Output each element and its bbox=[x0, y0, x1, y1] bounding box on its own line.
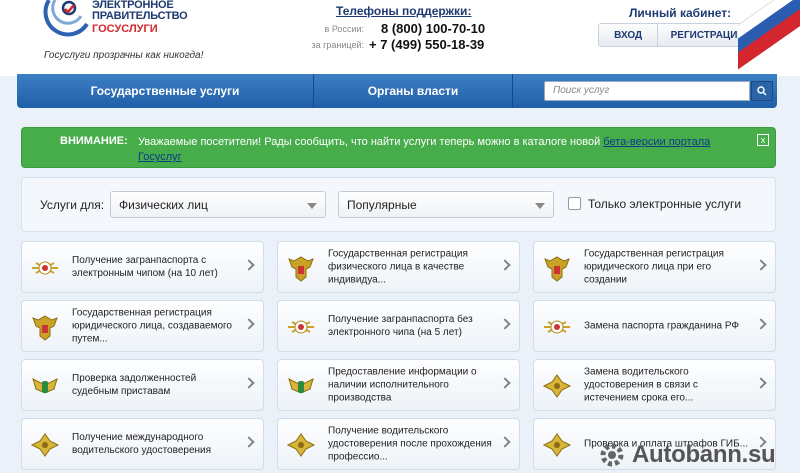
chevron-right-icon bbox=[499, 259, 511, 271]
service-card-label: Государственная регистрация физического … bbox=[328, 248, 468, 286]
cabinet-title: Личный кабинет: bbox=[629, 6, 732, 20]
notice-text: Уважаемые посетители! Рады сообщить, что… bbox=[138, 135, 748, 165]
sort-select-value: Популярные bbox=[347, 198, 417, 212]
tab-authorities[interactable]: Органы власти bbox=[314, 74, 512, 108]
tab-gov-services[interactable]: Государственные услуги bbox=[17, 74, 313, 108]
search-icon bbox=[757, 86, 767, 96]
service-card-label: Получение загранпаспорта с электронным ч… bbox=[72, 255, 218, 279]
chevron-right-icon bbox=[499, 436, 511, 448]
chevron-right-icon bbox=[243, 377, 255, 389]
watermark: Autobann.su bbox=[596, 437, 800, 473]
gibdd-icon bbox=[542, 371, 572, 401]
notice-message: Уважаемые посетители! Рады сообщить, что… bbox=[138, 136, 604, 148]
service-card-label: Государственная регистрация юридического… bbox=[72, 307, 232, 345]
logo-brand: ГОСУСЛУГИ bbox=[92, 23, 158, 35]
mvd-icon bbox=[542, 312, 572, 342]
service-card-label: Получение водительского удостоверения по… bbox=[328, 425, 492, 463]
service-card[interactable]: Предоставление информации о наличии испо… bbox=[277, 359, 520, 411]
service-card-label: Предоставление информации о наличии испо… bbox=[328, 366, 477, 404]
fssp-icon bbox=[286, 371, 316, 401]
electronic-only-label: Только электронные услуги bbox=[588, 197, 742, 211]
chevron-down-icon bbox=[535, 203, 545, 209]
russian-flag-decoration bbox=[738, 0, 800, 70]
sort-select[interactable]: Популярные bbox=[338, 191, 554, 218]
logo-title: ЭЛЕКТРОННОЕ ПРАВИТЕЛЬСТВО bbox=[92, 0, 188, 22]
phone-number-abroad: + 7 (499) 550-18-39 bbox=[369, 37, 485, 52]
service-filter: Услуги для: Физических лиц Популярные То… bbox=[21, 177, 776, 232]
notice-label: ВНИМАНИЕ: bbox=[60, 135, 128, 147]
search-input[interactable]: Поиск услуг bbox=[544, 81, 750, 101]
eagle-icon bbox=[286, 253, 316, 283]
chevron-right-icon bbox=[755, 377, 767, 389]
chevron-right-icon bbox=[499, 318, 511, 330]
gibdd-icon bbox=[286, 430, 316, 460]
chevron-right-icon bbox=[243, 318, 255, 330]
slogan: Госуслуги прозрачны как никогда! bbox=[44, 50, 204, 61]
auth-buttons: ВХОД РЕГИСТРАЦИЯ bbox=[598, 23, 758, 47]
mvd-icon bbox=[286, 312, 316, 342]
chevron-right-icon bbox=[499, 377, 511, 389]
search-button[interactable] bbox=[751, 81, 773, 101]
login-button[interactable]: ВХОД bbox=[599, 24, 659, 46]
service-card[interactable]: Замена паспорта гражданина РФ bbox=[533, 300, 776, 352]
service-card-label: Государственная регистрация юридического… bbox=[584, 248, 724, 286]
service-card[interactable]: Получение водительского удостоверения по… bbox=[277, 418, 520, 470]
logo-line-2: ПРАВИТЕЛЬСТВО bbox=[92, 10, 188, 22]
phone-label-abroad: за границей: bbox=[311, 40, 364, 50]
chevron-right-icon bbox=[755, 318, 767, 330]
service-card[interactable]: Получение международного водительского у… bbox=[21, 418, 264, 470]
chevron-right-icon bbox=[243, 259, 255, 271]
gear-icon bbox=[600, 443, 624, 467]
page: ЭЛЕКТРОННОЕ ПРАВИТЕЛЬСТВО ГОСУСЛУГИ Госу… bbox=[0, 0, 800, 473]
eagle-icon bbox=[542, 253, 572, 283]
audience-select[interactable]: Физических лиц bbox=[110, 191, 326, 218]
gibdd-icon bbox=[542, 430, 572, 460]
service-card-label: Получение загранпаспорта без электронног… bbox=[328, 314, 473, 338]
service-card-label: Замена водительского удостоверения в свя… bbox=[584, 366, 698, 404]
site-header: ЭЛЕКТРОННОЕ ПРАВИТЕЛЬСТВО ГОСУСЛУГИ Госу… bbox=[0, 0, 800, 76]
nav-divider bbox=[512, 74, 513, 108]
chevron-right-icon bbox=[243, 436, 255, 448]
watermark-text: Autobann.su bbox=[632, 441, 776, 468]
service-card-label: Получение международного водительского у… bbox=[72, 432, 212, 456]
phone-number-russia: 8 (800) 100-70-10 bbox=[381, 21, 486, 36]
service-card-label: Замена паспорта гражданина РФ bbox=[584, 320, 739, 332]
gosuslugi-logo-icon[interactable] bbox=[43, 0, 91, 42]
close-icon[interactable]: x bbox=[757, 134, 769, 146]
eagle-icon bbox=[30, 312, 60, 342]
filter-label: Услуги для: bbox=[40, 198, 105, 212]
chevron-right-icon bbox=[755, 259, 767, 271]
service-card[interactable]: Проверка задолженностей судебным пристав… bbox=[21, 359, 264, 411]
support-phones-link[interactable]: Телефоны поддержки: bbox=[336, 4, 471, 18]
service-card[interactable]: Получение загранпаспорта без электронног… bbox=[277, 300, 520, 352]
service-card-label: Проверка задолженностей судебным пристав… bbox=[72, 373, 197, 397]
notice-banner: ВНИМАНИЕ: Уважаемые посетители! Рады соо… bbox=[21, 127, 776, 168]
gibdd-icon bbox=[30, 430, 60, 460]
service-card[interactable]: Государственная регистрация физического … bbox=[277, 241, 520, 293]
service-card[interactable]: Получение загранпаспорта с электронным ч… bbox=[21, 241, 264, 293]
electronic-only-checkbox[interactable] bbox=[568, 197, 581, 210]
phone-label-russia: в России: bbox=[324, 24, 364, 34]
mvd-icon bbox=[30, 253, 60, 283]
chevron-down-icon bbox=[307, 203, 317, 209]
service-card[interactable]: Государственная регистрация юридического… bbox=[533, 241, 776, 293]
service-card[interactable]: Замена водительского удостоверения в свя… bbox=[533, 359, 776, 411]
fssp-icon bbox=[30, 371, 60, 401]
service-card[interactable]: Государственная регистрация юридического… bbox=[21, 300, 264, 352]
audience-select-value: Физических лиц bbox=[119, 198, 208, 212]
